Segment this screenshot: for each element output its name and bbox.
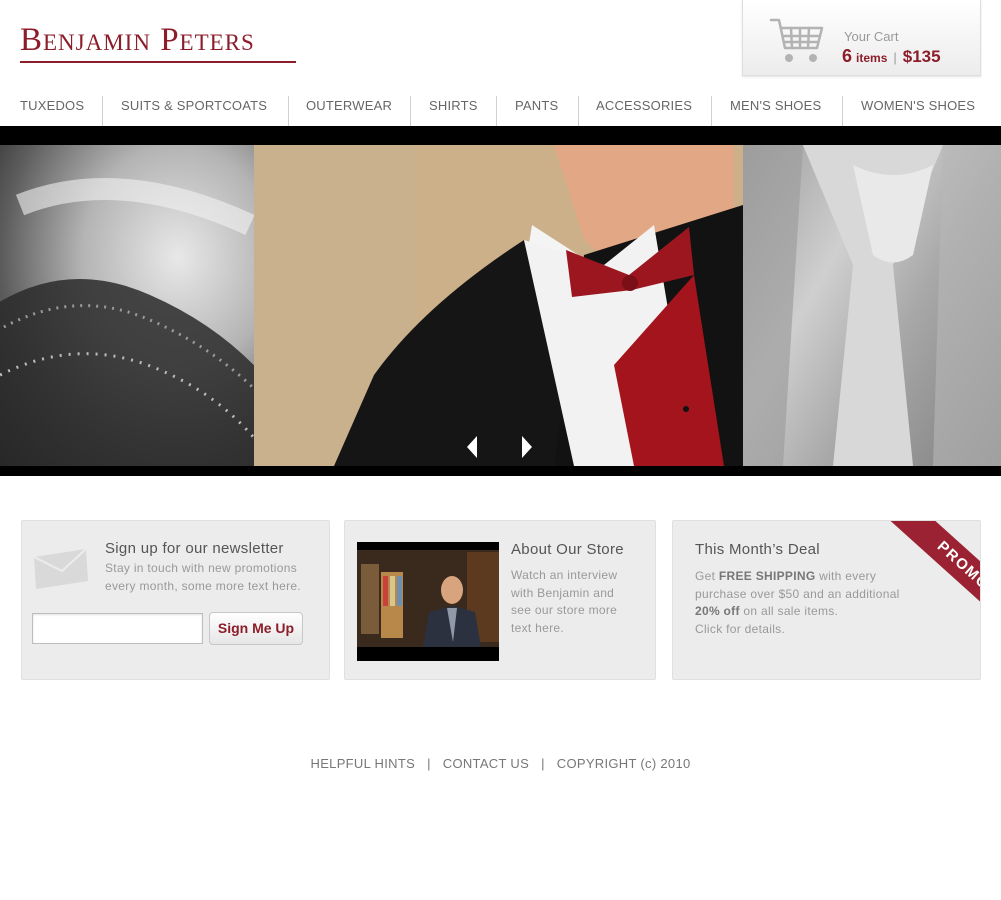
envelope-icon [33, 549, 88, 589]
nav-divider [711, 96, 712, 126]
slideshow-top-bar [0, 126, 1001, 145]
about-title: About Our Store [511, 541, 624, 558]
footer-separator: | [541, 756, 545, 771]
nav-item-shirts[interactable]: SHIRTS [429, 96, 478, 126]
slide-image-tie [743, 145, 1001, 466]
slide-image-shoe [0, 145, 254, 466]
about-text: Watch an interview with Benjamin and see… [511, 568, 618, 635]
footer: HELPFUL HINTS | CONTACT US | COPYRIGHT (c) 2… [0, 756, 1001, 771]
cart-items-label: items [856, 51, 888, 65]
about-panel: About Our Store Watch an interview with … [344, 520, 656, 680]
header: Benjamin Peters Your Cart 6 items | $135 [0, 0, 1001, 90]
shopping-cart-icon [769, 18, 824, 62]
slideshow-bottom-bar [0, 466, 1001, 476]
deal-cta[interactable]: Click for details. [695, 622, 785, 636]
footer-link-helpful-hints[interactable]: HELPFUL HINTS [311, 756, 416, 771]
sign-me-up-button[interactable]: Sign Me Up [209, 612, 303, 645]
arrow-left-icon[interactable] [462, 432, 482, 462]
nav-item-mens-shoes[interactable]: MEN'S SHOES [730, 96, 821, 126]
nav-divider [288, 96, 289, 126]
main-nav: TUXEDOS SUITS & SPORTCOATS OUTERWEAR SHI… [0, 96, 1001, 126]
logo-underline [20, 61, 296, 63]
arrow-right-icon[interactable] [517, 432, 537, 462]
nav-divider [410, 96, 411, 126]
nav-item-outerwear[interactable]: OUTERWEAR [306, 96, 392, 126]
newsletter-panel: Sign up for our newsletter Stay in touch… [21, 520, 330, 680]
store-video-thumbnail[interactable] [357, 542, 499, 661]
deal-discount: 20% off [695, 604, 740, 618]
nav-divider [578, 96, 579, 126]
nav-item-womens-shoes[interactable]: WOMEN'S SHOES [861, 96, 975, 126]
nav-divider [842, 96, 843, 126]
newsletter-text: Stay in touch with new promotions every … [105, 561, 301, 593]
nav-item-pants[interactable]: PANTS [515, 96, 558, 126]
deal-text-before: Get [695, 569, 719, 583]
footer-copyright: COPYRIGHT (c) 2010 [556, 756, 691, 771]
newsletter-title: Sign up for our newsletter [105, 540, 284, 557]
footer-separator: | [427, 756, 431, 771]
cart-label: Your Cart [844, 29, 899, 44]
nav-item-accessories[interactable]: ACCESSORIES [596, 96, 692, 126]
logo[interactable]: Benjamin Peters [20, 24, 255, 57]
cart-item-count: 6 [842, 46, 853, 66]
cart-separator: | [893, 50, 897, 65]
nav-divider [102, 96, 103, 126]
nav-item-tuxedos[interactable]: TUXEDOS [20, 96, 84, 126]
deal-text-after: on all sale items. [739, 604, 839, 618]
deal-panel[interactable]: This Month’s Deal Get FREE SHIPPING with… [672, 520, 981, 680]
nav-divider [496, 96, 497, 126]
deal-title: This Month’s Deal [695, 541, 820, 558]
email-field[interactable] [32, 613, 203, 644]
footer-link-contact-us[interactable]: CONTACT US [443, 756, 529, 771]
cart-widget[interactable]: Your Cart 6 items | $135 [742, 0, 981, 76]
deal-free-shipping: FREE SHIPPING [718, 569, 816, 583]
cart-total: $135 [902, 47, 941, 66]
nav-item-suits-sportcoats[interactable]: SUITS & SPORTCOATS [121, 96, 267, 126]
cart-summary: 6 items | $135 [842, 46, 941, 67]
deal-text: Get FREE SHIPPING with every purchase ov… [695, 568, 913, 638]
slide-image-tuxedo [254, 145, 743, 466]
